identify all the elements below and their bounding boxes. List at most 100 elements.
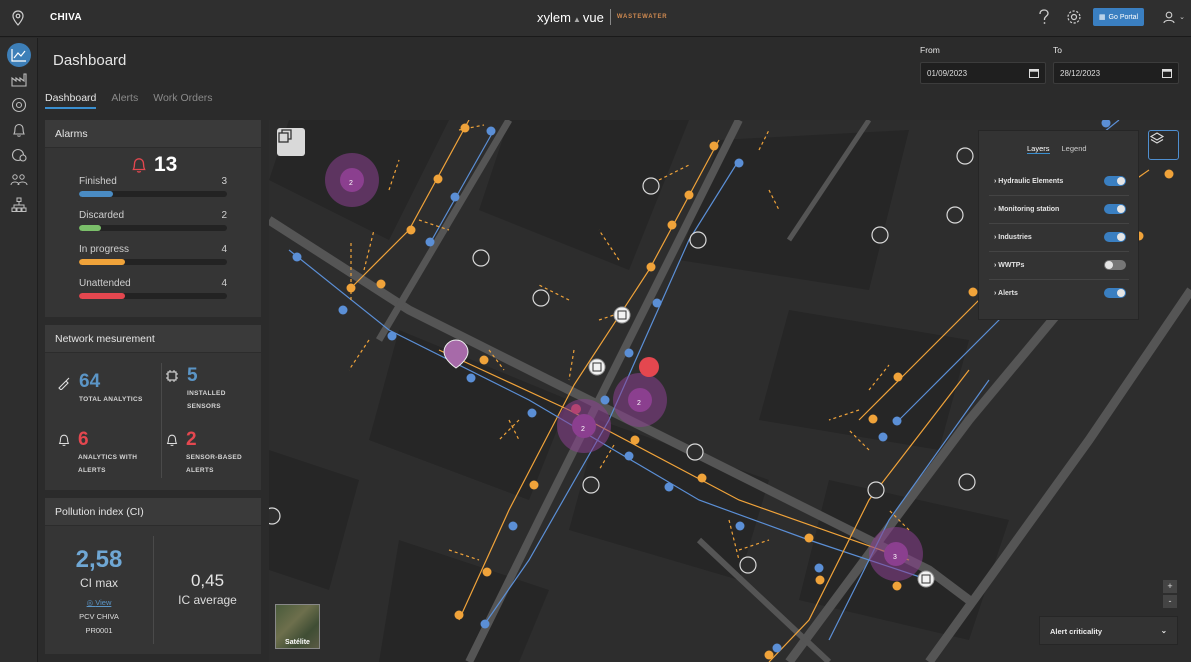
- satellite-label: Satélite: [285, 639, 310, 646]
- page-tabs: Dashboard Alerts Work Orders: [45, 92, 213, 109]
- layer-row-wwtps[interactable]: › WWTPs: [989, 252, 1129, 280]
- user-menu[interactable]: ⌄: [1162, 10, 1185, 24]
- layer-toggle[interactable]: [1104, 260, 1126, 270]
- layer-toggle[interactable]: [1104, 176, 1126, 186]
- ci-max-value: 2,58: [75, 546, 123, 573]
- progress-bar: [79, 191, 114, 197]
- progress-bar: [79, 225, 102, 231]
- alarms-total-count: 13: [154, 153, 178, 176]
- from-date-input[interactable]: 01/09/2023: [920, 62, 1046, 84]
- divider: [161, 363, 162, 478]
- site-name: CHIVA: [50, 12, 82, 23]
- user-icon: [1163, 11, 1175, 24]
- top-bar: CHIVA xylem ▲ vue WASTEWATER ▦ Go Portal ⌄: [0, 0, 1191, 37]
- users-icon: [10, 174, 28, 186]
- chevron-down-icon: ⌄: [1179, 14, 1185, 21]
- alarms-total: 13: [130, 153, 177, 177]
- eye-icon: ◎: [86, 598, 96, 607]
- sidebar-item-analytics[interactable]: [7, 143, 31, 167]
- bell-icon: [13, 123, 25, 137]
- analytics-with-alerts: 6 ANALYTICS WITH ALERTS: [78, 429, 138, 474]
- zoom-controls: + -: [1163, 580, 1177, 608]
- layer-toggle[interactable]: [1104, 288, 1126, 298]
- to-label: To: [1053, 45, 1062, 55]
- settings-icon[interactable]: [1063, 6, 1085, 28]
- layer-toggle[interactable]: [1104, 232, 1126, 242]
- brand-divider: [609, 9, 611, 25]
- layer-row-monitoring-station[interactable]: › Monitoring station: [989, 196, 1129, 224]
- ci-max-label: CI max: [79, 576, 118, 590]
- windows-icon: [278, 129, 292, 143]
- ic-average-block: 0,45 IC average: [154, 571, 261, 607]
- layers-icon: [1149, 132, 1165, 144]
- network-title: Network mesurement: [45, 325, 261, 353]
- layer-row-alerts[interactable]: › Alerts: [989, 280, 1129, 308]
- grid-icon: ▦: [1098, 14, 1106, 21]
- gauge-icon: [11, 148, 27, 162]
- chip-icon: [166, 370, 178, 382]
- ci-max-block: 2,58 CI max ◎ View PCV CHIVA PR0001: [45, 546, 153, 635]
- brand-name: xylem ▲ vue: [537, 9, 604, 25]
- sidebar-item-users[interactable]: [7, 168, 31, 192]
- go-portal-button[interactable]: ▦ Go Portal: [1092, 8, 1145, 26]
- alarms-title: Alarms: [45, 120, 261, 148]
- sidebar: [0, 38, 38, 662]
- from-label: From: [920, 45, 940, 55]
- layers-panel: Layers Legend › Hydraulic Elements › Mon…: [978, 130, 1139, 320]
- progress-bar: [79, 259, 125, 265]
- ic-average-value: 0,45: [190, 571, 225, 590]
- layer-toggle[interactable]: [1104, 204, 1126, 214]
- sidebar-item-dashboard[interactable]: [7, 43, 31, 67]
- station-code: PR0001: [85, 626, 113, 635]
- ic-average-label: IC average: [178, 593, 237, 607]
- line-chart-icon: [11, 49, 26, 62]
- tab-work-orders[interactable]: Work Orders: [153, 92, 212, 109]
- alert-criticality-dropdown[interactable]: Alert criticality ⌄: [1039, 616, 1178, 645]
- probe-icon: [58, 377, 70, 390]
- tab-layers[interactable]: Layers: [1027, 144, 1050, 154]
- sensor-based-alerts: 2 SENSOR-BASED ALERTS: [186, 429, 242, 474]
- location-pin-icon[interactable]: [10, 10, 26, 26]
- pollution-title: Pollution index (CI): [45, 498, 261, 526]
- view-link[interactable]: ◎ View: [45, 598, 153, 607]
- sidebar-item-alerts[interactable]: [7, 118, 31, 142]
- tab-legend[interactable]: Legend: [1062, 144, 1087, 154]
- bell-icon: [58, 434, 70, 446]
- layer-row-industries[interactable]: › Industries: [989, 224, 1129, 252]
- sidebar-item-industries[interactable]: [7, 68, 31, 92]
- brand-segment: WASTEWATER: [616, 14, 668, 20]
- to-date-input[interactable]: 28/12/2023: [1053, 62, 1179, 84]
- total-analytics: 64 TOTAL ANALYTICS: [79, 371, 143, 403]
- zoom-out-button[interactable]: -: [1163, 595, 1177, 608]
- cluster-count[interactable]: 3: [893, 554, 897, 561]
- calendar-icon[interactable]: [1162, 68, 1172, 78]
- calendar-icon[interactable]: [1029, 68, 1039, 78]
- help-icon[interactable]: [1033, 6, 1055, 28]
- tab-dashboard[interactable]: Dashboard: [45, 92, 97, 109]
- brand-logo: xylem ▲ vue WASTEWATER: [537, 9, 667, 25]
- progress-bar: [79, 293, 125, 299]
- cluster-count[interactable]: 2: [637, 400, 641, 407]
- cluster-count[interactable]: 2: [349, 180, 353, 187]
- target-icon: [11, 97, 27, 113]
- sidebar-item-monitoring[interactable]: [7, 93, 31, 117]
- installed-sensors: 5 INSTALLED SENSORS: [187, 365, 226, 410]
- page-title: Dashboard: [53, 52, 127, 69]
- panel-toggle-button[interactable]: [277, 128, 305, 156]
- layers-button[interactable]: [1148, 130, 1179, 160]
- factory-icon: [11, 73, 27, 87]
- layer-row-hydraulic-elements[interactable]: › Hydraulic Elements: [989, 168, 1129, 196]
- zoom-in-button[interactable]: +: [1163, 580, 1177, 593]
- satellite-toggle[interactable]: Satélite: [275, 604, 320, 649]
- pollution-card: Pollution index (CI) 2,58 CI max ◎ View …: [45, 498, 261, 654]
- alarms-card: Alarms 13 Finished 3 Discarded 2 In prog…: [45, 120, 261, 317]
- hierarchy-icon: [11, 197, 27, 212]
- bell-icon: [166, 434, 178, 446]
- station-name: PCV CHIVA: [79, 612, 119, 621]
- cluster-count[interactable]: 2: [581, 426, 585, 433]
- sidebar-item-network[interactable]: [7, 193, 31, 217]
- bell-icon: [132, 158, 146, 173]
- chevron-down-icon: ⌄: [1160, 626, 1167, 635]
- map[interactable]: 2 2 2 3 Layers Legend › Hydraulic Elemen…: [269, 120, 1191, 662]
- tab-alerts[interactable]: Alerts: [111, 92, 138, 109]
